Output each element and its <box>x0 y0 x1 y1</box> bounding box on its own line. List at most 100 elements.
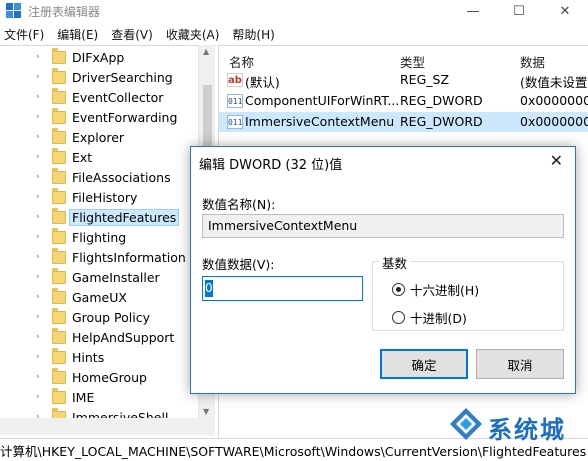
tree-item[interactable]: › FlightsInformation <box>0 248 200 268</box>
tree-item[interactable]: › GameUX <box>0 288 200 308</box>
tree-item[interactable]: › Flighting <box>0 228 200 248</box>
expand-arrow-icon[interactable]: › <box>36 312 44 322</box>
tree-item[interactable]: › DIFxApp <box>0 48 200 68</box>
expand-arrow-icon[interactable]: › <box>36 392 44 402</box>
tree-item-label: HomeGroup <box>72 370 147 385</box>
value-data-input[interactable]: 0 <box>202 276 363 301</box>
cancel-button[interactable]: 取消 <box>476 349 564 379</box>
folder-icon <box>52 188 66 204</box>
folder-icon <box>52 88 66 104</box>
expand-arrow-icon[interactable]: › <box>36 352 44 362</box>
tree-item[interactable]: › Group Policy <box>0 308 200 328</box>
menu-favorites[interactable]: 收藏夹(A) <box>166 26 220 43</box>
scroll-up-arrow-icon[interactable]: ▲ <box>203 47 209 56</box>
tree-item[interactable]: › HomeGroup <box>0 368 200 388</box>
expand-arrow-icon[interactable]: › <box>36 372 44 382</box>
tree-item-label: FlightedFeatures <box>68 209 180 226</box>
value-name-cell: ImmersiveContextMenu <box>245 114 395 129</box>
tree-item[interactable]: › FlightedFeatures <box>0 208 200 228</box>
watermark-text: 系统城 <box>488 416 566 444</box>
decimal-radio-label: 十进制(D) <box>410 311 467 326</box>
expand-arrow-icon[interactable]: › <box>36 272 44 282</box>
hex-radio-label: 十六进制(H) <box>410 283 480 298</box>
binary-value-icon: 011 <box>227 94 243 108</box>
menu-file[interactable]: 文件(F) <box>4 26 44 43</box>
minimize-button[interactable]: — <box>450 0 496 22</box>
expand-arrow-icon[interactable]: › <box>36 252 44 262</box>
tree-item[interactable]: › FileAssociations <box>0 168 200 188</box>
value-type-cell: REG_SZ <box>400 72 450 87</box>
expand-arrow-icon[interactable]: › <box>36 212 44 222</box>
binary-value-icon: 011 <box>227 115 243 129</box>
expand-arrow-icon[interactable]: › <box>36 112 44 122</box>
value-row[interactable]: 011 ImmersiveContextMenu REG_DWORD 0x000000… <box>219 112 588 132</box>
folder-icon <box>52 328 66 344</box>
expand-arrow-icon[interactable]: › <box>36 52 44 62</box>
tree-item[interactable]: › DriverSearching <box>0 68 200 88</box>
column-header-data[interactable]: 数据 <box>520 52 545 71</box>
expand-arrow-icon[interactable]: › <box>36 292 44 302</box>
folder-icon <box>52 288 66 304</box>
value-data-label: 数值数据(V): <box>202 257 275 272</box>
expand-arrow-icon[interactable]: › <box>36 92 44 102</box>
hex-radio[interactable]: 十六进制(H) <box>392 280 479 299</box>
expand-arrow-icon[interactable]: › <box>36 172 44 182</box>
scroll-down-arrow-icon[interactable]: ▼ <box>203 407 209 416</box>
dialog-close-icon[interactable]: ✕ <box>550 151 563 170</box>
tree-item-label: DriverSearching <box>72 70 173 85</box>
tree-item-label: Group Policy <box>72 310 150 325</box>
folder-icon <box>52 168 66 184</box>
column-header-name[interactable]: 名称 <box>229 52 254 71</box>
tree-item[interactable]: › IME <box>0 388 200 408</box>
tree-item-label: Ext <box>72 150 93 165</box>
tree-item-label: FlightsInformation <box>72 250 186 265</box>
expand-arrow-icon[interactable]: › <box>36 232 44 242</box>
menu-help[interactable]: 帮助(H) <box>232 26 274 43</box>
tree-item[interactable]: › EventCollector <box>0 88 200 108</box>
tree-item-label: GameInstaller <box>72 270 160 285</box>
value-data-cell: (数值未设置) <box>520 75 588 90</box>
hex-radio-circle[interactable] <box>392 283 405 296</box>
value-data-cell: 0x00000000 <box>520 114 588 129</box>
menu-view[interactable]: 查看(V) <box>111 26 153 43</box>
tree-item[interactable]: › GameInstaller <box>0 268 200 288</box>
value-row[interactable]: ab (默认) REG_SZ (数值未设置) <box>219 70 588 90</box>
folder-icon <box>52 388 66 404</box>
folder-icon <box>52 68 66 84</box>
menu-bar: 文件(F) 编辑(E) 查看(V) 收藏夹(A) 帮助(H) <box>0 24 588 44</box>
folder-icon <box>52 228 66 244</box>
window-title: 注册表编辑器 <box>28 4 101 19</box>
maximize-button[interactable]: ☐ <box>496 0 542 22</box>
expand-arrow-icon[interactable]: › <box>36 72 44 82</box>
value-row[interactable]: 011 ComponentUIForWinRT... REG_DWORD 0x0000… <box>219 91 588 111</box>
column-header-type[interactable]: 类型 <box>400 52 425 71</box>
tree-item-label: HelpAndSupport <box>72 330 175 345</box>
tree-item[interactable]: › HelpAndSupport <box>0 328 200 348</box>
decimal-radio-circle[interactable] <box>392 311 405 324</box>
tree-item[interactable]: › FileHistory <box>0 188 200 208</box>
folder-icon <box>52 268 66 284</box>
tree-item-label: FileAssociations <box>72 170 171 185</box>
decimal-radio[interactable]: 十进制(D) <box>392 308 467 327</box>
tree-item[interactable]: › EventForwarding <box>0 108 200 128</box>
tree-item-label: Hints <box>72 350 105 365</box>
expand-arrow-icon[interactable]: › <box>36 152 44 162</box>
menu-edit[interactable]: 编辑(E) <box>57 26 98 43</box>
dialog-title: 编辑 DWORD (32 位)值 <box>199 158 343 173</box>
title-bar: 注册表编辑器 — ☐ ✕ <box>0 0 588 22</box>
ok-button[interactable]: 确定 <box>380 349 468 379</box>
value-name-field: ImmersiveContextMenu <box>202 214 564 238</box>
tree-item[interactable]: › Hints <box>0 348 200 368</box>
expand-arrow-icon[interactable]: › <box>36 192 44 202</box>
tree-item-label: IME <box>72 390 95 405</box>
key-tree[interactable]: › DIFxApp › DriverSearching › EventCollector ›… <box>0 45 216 438</box>
value-name-cell: (默认) <box>245 75 280 90</box>
tree-item[interactable]: › Ext <box>0 148 200 168</box>
close-button[interactable]: ✕ <box>542 0 588 22</box>
folder-icon <box>52 108 66 124</box>
tree-horizontal-scrollbar[interactable] <box>0 418 215 435</box>
expand-arrow-icon[interactable]: › <box>36 332 44 342</box>
tree-item[interactable]: › Explorer <box>0 128 200 148</box>
folder-icon <box>52 208 66 224</box>
expand-arrow-icon[interactable]: › <box>36 132 44 142</box>
